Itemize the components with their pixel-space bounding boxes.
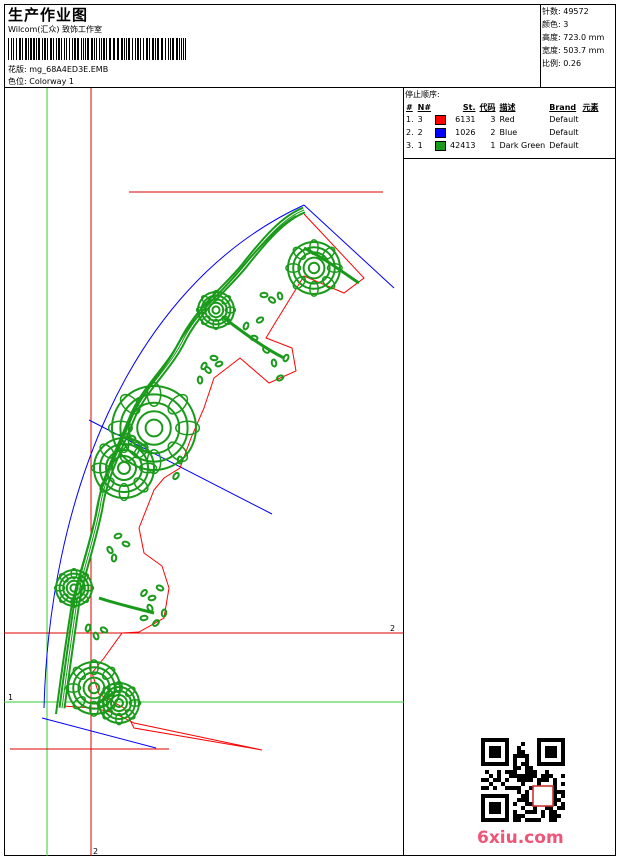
col-swatch bbox=[433, 101, 448, 113]
table-row: 3. 1 42413 1 Dark Green Default bbox=[404, 139, 601, 152]
stats-box: 针数: 49572 颜色: 3 高度: 723.0 mm 宽度: 503.7 m… bbox=[540, 4, 616, 88]
color-swatch bbox=[435, 140, 447, 151]
design-width: 宽度: 503.7 mm bbox=[542, 46, 605, 55]
row-stitches: 6131 bbox=[455, 115, 476, 124]
color-swatch bbox=[435, 127, 447, 138]
guide-label-2: 2 bbox=[390, 624, 395, 633]
page-title: 生产作业图 bbox=[8, 6, 89, 24]
row-desc: Red bbox=[499, 115, 515, 124]
table-row: 1. 3 6131 3 Red Default bbox=[404, 113, 601, 126]
row-desc: Blue bbox=[499, 128, 518, 137]
col-brand: Brand bbox=[549, 102, 577, 112]
row-index: 1. bbox=[406, 115, 414, 124]
col-code: 代码 bbox=[479, 102, 496, 112]
col-element: 元素 bbox=[582, 102, 599, 112]
row-index: 2. bbox=[406, 128, 414, 137]
panel-divider bbox=[403, 158, 616, 159]
table-header-row: # N# St. 代码 描述 Brand 元素 bbox=[404, 101, 601, 113]
row-code: 2 bbox=[490, 128, 496, 137]
row-needle: 1 bbox=[417, 141, 423, 150]
barcode bbox=[8, 38, 186, 60]
table-row: 2. 2 1026 2 Blue Default bbox=[404, 126, 601, 139]
row-desc: Dark Green bbox=[499, 141, 546, 150]
green-embroidery bbox=[53, 206, 360, 726]
row-needle: 2 bbox=[417, 128, 423, 137]
row-index: 3. bbox=[406, 141, 414, 150]
qr-code-icon bbox=[481, 738, 565, 822]
colorway-name: 色位: Colorway 1 bbox=[8, 77, 74, 86]
stop-sequence-table: # N# St. 代码 描述 Brand 元素 1. 3 6131 3 Red … bbox=[404, 101, 601, 152]
header-info: 生产作业图 Wilcom(汇众) 致饰工作室 花版: mg_68A4ED3E.E… bbox=[4, 4, 541, 88]
row-brand: Default bbox=[549, 128, 579, 137]
embroidery-preview: 1 2 2 bbox=[4, 88, 404, 856]
row-code: 1 bbox=[490, 141, 496, 150]
stop-sequence-title: 停止顺序: bbox=[405, 90, 440, 99]
stitch-count: 针数: 49572 bbox=[542, 7, 589, 16]
row-stitches: 42413 bbox=[450, 141, 476, 150]
guide-label-1: 1 bbox=[8, 693, 13, 702]
design-canvas: 1 2 2 bbox=[4, 88, 404, 856]
col-desc: 描述 bbox=[499, 102, 516, 112]
watermark-logo: 6xiu.com bbox=[477, 828, 564, 848]
color-swatch bbox=[435, 114, 447, 125]
design-scale: 比例: 0.26 bbox=[542, 59, 582, 68]
row-brand: Default bbox=[549, 141, 579, 150]
design-height: 高度: 723.0 mm bbox=[542, 33, 605, 42]
row-stitches: 1026 bbox=[455, 128, 476, 137]
guide-label-v2: 2 bbox=[93, 847, 98, 856]
design-name: 花版: mg_68A4ED3E.EMB bbox=[8, 65, 109, 74]
row-code: 3 bbox=[490, 115, 496, 124]
col-index: # bbox=[406, 102, 413, 112]
col-needle: N# bbox=[417, 102, 432, 112]
blue-bottom-edge bbox=[41, 717, 157, 749]
row-needle: 3 bbox=[417, 115, 423, 124]
company-name: Wilcom(汇众) 致饰工作室 bbox=[8, 25, 103, 34]
row-brand: Default bbox=[549, 115, 579, 124]
col-stitches: St. bbox=[462, 102, 476, 112]
color-count: 颜色: 3 bbox=[542, 20, 569, 29]
